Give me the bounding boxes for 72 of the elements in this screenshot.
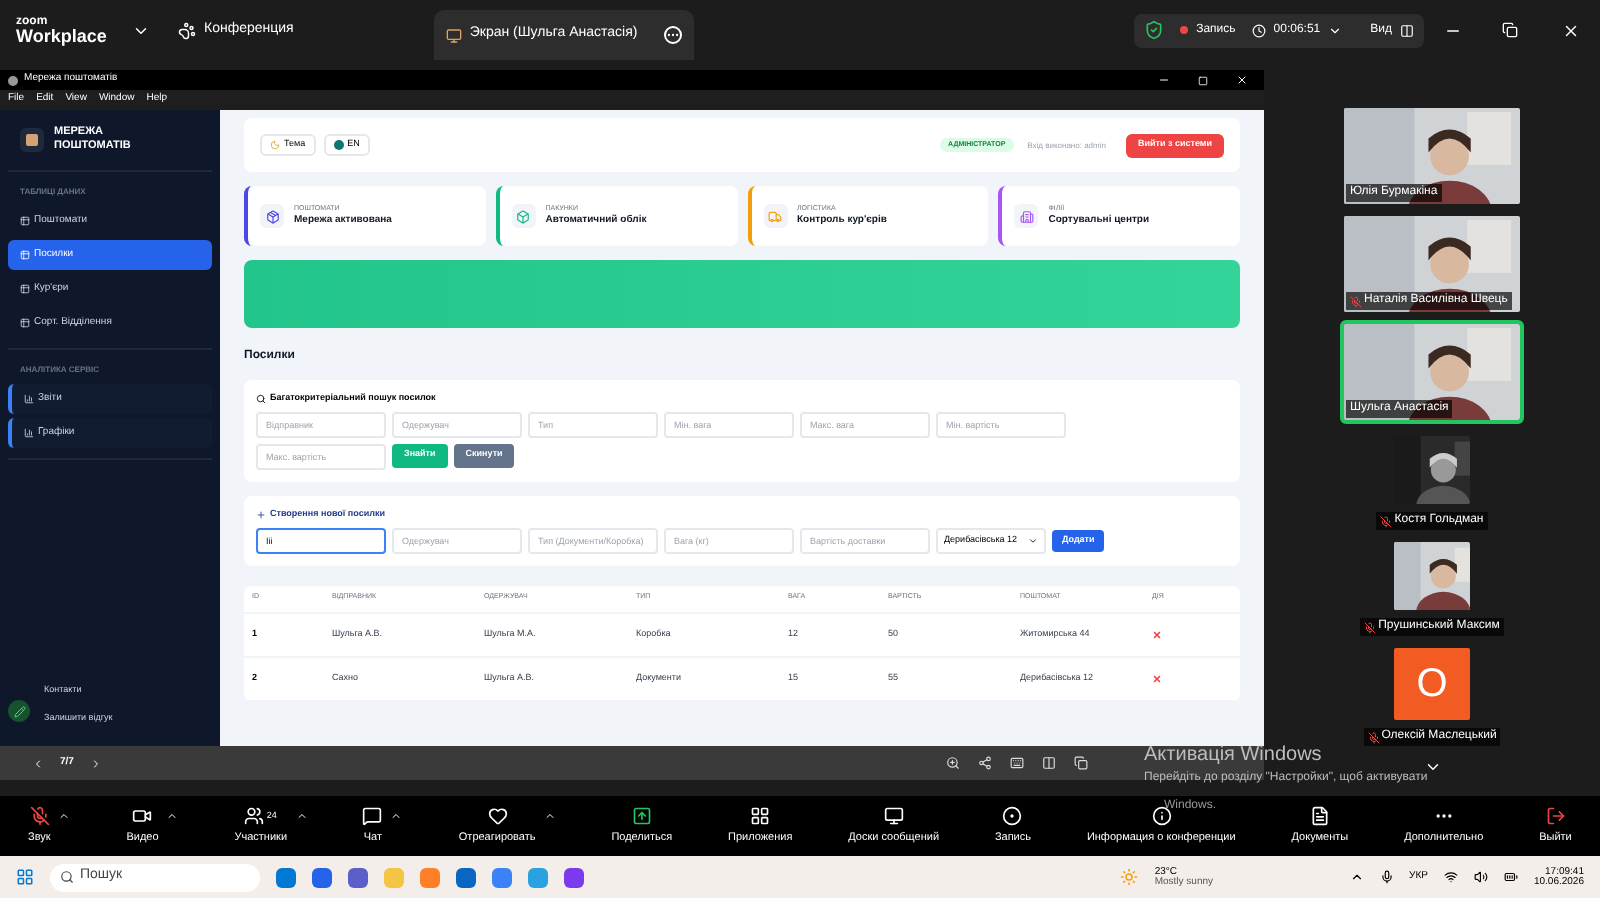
caret-icon[interactable] [543, 809, 556, 822]
windows-icon[interactable] [1074, 756, 1088, 770]
close-icon[interactable] [1236, 74, 1248, 86]
chart-icon [24, 393, 34, 404]
chat-icon [362, 805, 383, 826]
caret-icon[interactable] [390, 809, 403, 822]
search-icon [256, 393, 266, 404]
info-icon [1151, 805, 1172, 826]
caret-icon[interactable] [295, 809, 308, 822]
card-glyph-icon [265, 209, 279, 223]
clock-icon [1251, 23, 1266, 37]
table-icon [20, 249, 30, 260]
screen-icon [445, 27, 462, 43]
table-icon [20, 283, 30, 294]
table-icon [20, 215, 30, 226]
search-icon [60, 870, 74, 884]
shield-icon[interactable] [1144, 20, 1165, 40]
caret-icon[interactable] [166, 809, 179, 822]
pencil-icon[interactable] [8, 700, 30, 722]
muted-icon [1380, 515, 1393, 527]
avatar-letter: О [1416, 660, 1448, 710]
app-icon [8, 75, 18, 85]
video-tile[interactable] [1389, 432, 1474, 508]
view-icon[interactable] [1400, 23, 1414, 37]
volume-icon[interactable] [1473, 870, 1488, 884]
close-icon[interactable] [1562, 21, 1580, 39]
chevron-icon[interactable] [1423, 758, 1441, 776]
delete-icon[interactable] [1152, 629, 1162, 639]
people-icon [244, 805, 265, 826]
weather-icon [1120, 868, 1139, 886]
next-icon[interactable] [89, 757, 102, 769]
record-icon [1002, 805, 1023, 826]
mic-icon[interactable] [1379, 870, 1394, 884]
chevron-icon [1028, 535, 1038, 545]
start-icon[interactable] [16, 868, 34, 886]
split-icon[interactable] [1042, 756, 1056, 770]
restore-icon[interactable] [1502, 22, 1518, 38]
logo-text: Workplace [16, 27, 109, 45]
muted-icon [1350, 295, 1362, 307]
paw-icon [178, 21, 196, 39]
previous-icon[interactable] [32, 757, 44, 769]
delete-icon[interactable] [1152, 673, 1162, 683]
muted-icon [1367, 731, 1380, 743]
document-icon [1309, 805, 1330, 826]
table-icon [20, 317, 30, 328]
minimize-icon[interactable] [1158, 74, 1170, 86]
muted-icon [1364, 621, 1377, 633]
caret-icon[interactable] [58, 809, 71, 822]
card-glyph-icon [1019, 209, 1034, 223]
activation-title: Активація Windows [1144, 742, 1324, 770]
exit-icon [1545, 805, 1566, 826]
plus-icon [256, 509, 266, 520]
card-glyph-icon [768, 209, 782, 223]
grid-icon [750, 805, 771, 826]
card-glyph-icon [516, 209, 531, 223]
chart-icon [24, 427, 34, 438]
video-tile[interactable] [1389, 538, 1474, 614]
video-camera-icon [132, 805, 153, 826]
zoom-icon[interactable] [946, 756, 960, 770]
keyboard-icon[interactable] [1010, 756, 1024, 770]
heart-icon [487, 805, 508, 826]
chevron-icon[interactable] [1328, 23, 1343, 37]
tray-chevron-icon[interactable] [1349, 870, 1364, 884]
share-icon[interactable] [978, 756, 992, 770]
muted-microphone-icon [29, 805, 50, 826]
moon-icon [270, 140, 280, 150]
logo-icon [20, 127, 44, 152]
maximize-icon[interactable] [1198, 75, 1208, 85]
battery-icon[interactable] [1503, 870, 1518, 884]
wifi-icon[interactable] [1443, 870, 1458, 884]
more-icon[interactable] [663, 26, 682, 44]
monitor-icon [883, 805, 904, 826]
